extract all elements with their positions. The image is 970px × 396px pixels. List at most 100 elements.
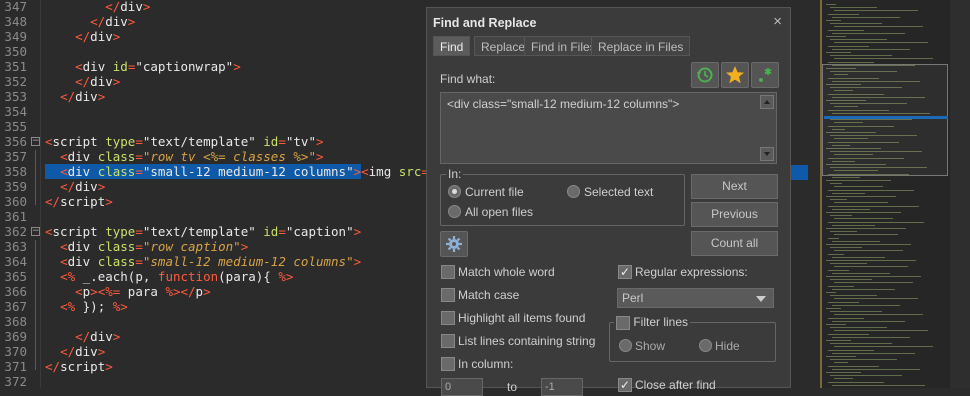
regex-checkbox[interactable]: ✓ (618, 265, 632, 279)
previous-button[interactable]: Previous (691, 202, 778, 227)
find-what-label: Find what: (440, 72, 496, 86)
fold-toggle-icon[interactable]: − (31, 227, 40, 236)
scope-label: In: (446, 167, 464, 181)
minimap-line (828, 61, 874, 63)
line-number: 360 (4, 194, 27, 209)
in-column-checkbox[interactable] (441, 357, 455, 371)
code-text: </div> (60, 89, 106, 104)
gear-icon (446, 236, 462, 252)
match-whole-word-label: Match whole word (458, 265, 555, 279)
code-text: <div class="row tv <%= classes %>"> (60, 149, 324, 164)
regex-button[interactable] (751, 62, 779, 88)
settings-button[interactable] (440, 231, 468, 257)
list-lines-checkbox[interactable] (441, 334, 455, 348)
minimap-line (828, 317, 864, 319)
minimap-line (826, 228, 906, 229)
code-text: </div> (60, 344, 106, 359)
minimap-line (832, 352, 915, 354)
tab-find[interactable]: Find (433, 36, 471, 56)
history-button[interactable] (691, 62, 719, 88)
scroll-down-icon[interactable] (760, 147, 774, 161)
radio-selected-text[interactable] (567, 185, 580, 198)
minimap-line (832, 48, 910, 50)
minimap-line (828, 13, 859, 15)
minimap-line (832, 208, 870, 210)
code-text: <div class="small-12 medium-12 columns"> (60, 254, 362, 269)
minimap-line (834, 362, 848, 364)
next-button[interactable]: Next (691, 174, 778, 199)
minimap-line (832, 176, 860, 178)
minimap-line (832, 224, 875, 226)
code-text: <div class="row caption"> (60, 239, 249, 254)
count-all-button[interactable]: Count all (691, 231, 778, 256)
radio-all-open-files[interactable] (448, 205, 461, 218)
line-number: 371 (4, 359, 27, 374)
minimap-viewport[interactable] (822, 64, 948, 176)
radio-current-file[interactable] (448, 185, 461, 198)
minimap-line (834, 186, 883, 188)
minimap-line (826, 292, 836, 293)
minimap-line (830, 247, 862, 249)
close-after-find-checkbox[interactable]: ✓ (618, 378, 632, 392)
minimap-line (826, 4, 836, 5)
code-text: </div> (75, 74, 121, 89)
minimap-line (828, 333, 869, 335)
line-number: 362 (4, 224, 27, 239)
line-number: 366 (4, 284, 27, 299)
filter-lines-header: Filter lines (614, 315, 691, 330)
tab-replace-in-files[interactable]: Replace in Files (591, 36, 691, 56)
history-icon (697, 67, 713, 83)
line-number: 363 (4, 239, 27, 254)
close-icon[interactable]: × (773, 13, 782, 30)
line-number: 372 (4, 374, 27, 389)
minimap-line (834, 218, 893, 220)
scroll-up-icon[interactable] (760, 95, 774, 109)
line-number: 359 (4, 179, 27, 194)
minimap-line (830, 183, 842, 185)
radio-hide[interactable] (699, 339, 712, 352)
highlight-all-label: Highlight all items found (458, 311, 586, 325)
column-from-input[interactable]: 0 (441, 378, 483, 396)
line-number: 365 (4, 269, 27, 284)
minimap-line (828, 205, 919, 207)
radio-show[interactable] (619, 339, 632, 352)
line-number: 367 (4, 299, 27, 314)
minimap-line (826, 276, 921, 277)
minimap-line (826, 52, 851, 53)
filter-lines-checkbox[interactable] (616, 315, 630, 330)
minimap-line (834, 330, 928, 332)
code-text: <script type="text/template" id="caption… (45, 224, 362, 239)
minimap-line (826, 244, 911, 245)
highlight-all-checkbox[interactable] (441, 311, 455, 325)
show-label: Show (635, 339, 666, 353)
minimap-line (830, 263, 867, 265)
star-icon (726, 66, 744, 84)
minimap-line (834, 202, 888, 204)
minimap-line (832, 272, 890, 274)
match-whole-word-checkbox[interactable] (441, 265, 455, 279)
line-number: 352 (4, 74, 27, 89)
minimap-line (834, 26, 923, 28)
find-what-input[interactable]: <div class="small-12 medium-12 columns"> (440, 92, 777, 164)
minimap-line (832, 320, 905, 322)
minimap-line (832, 32, 905, 34)
minimap[interactable] (820, 0, 970, 388)
column-to-input[interactable]: -1 (541, 378, 583, 396)
regex-icon (759, 68, 772, 82)
fold-toggle-icon[interactable]: − (31, 137, 40, 146)
line-number: 350 (4, 44, 27, 59)
minimap-line (828, 365, 879, 367)
favorites-button[interactable] (721, 62, 749, 88)
regex-flavor-select[interactable]: Perl (617, 288, 774, 308)
minimap-line (826, 372, 861, 373)
line-number: 369 (4, 329, 27, 344)
vertical-scrollbar[interactable] (950, 0, 970, 388)
minimap-line (832, 384, 925, 386)
line-number: 355 (4, 119, 27, 134)
line-number: 354 (4, 104, 27, 119)
selected-text-label: Selected text (584, 185, 654, 199)
match-case-label: Match case (458, 288, 520, 302)
line-number: 351 (4, 59, 27, 74)
code-text: <div id="captionwrap"> (75, 59, 241, 74)
match-case-checkbox[interactable] (441, 288, 455, 302)
